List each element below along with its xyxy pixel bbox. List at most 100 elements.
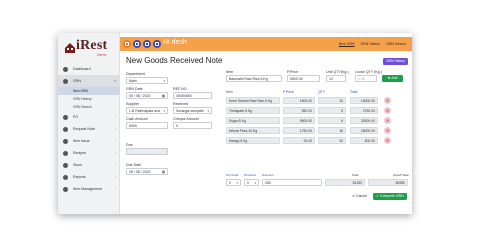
cancel-button[interactable]: ✕ Cancel: [352, 193, 367, 200]
grn-date-input[interactable]: 05 / 08 / 2023 ▦: [126, 92, 168, 99]
sidebar-item-label: Dashboard: [73, 67, 91, 71]
sidebar-item-label: GRN: [73, 79, 81, 83]
sidebar-nav: Dashboard GRN ▾ New GRN GRN History GRN …: [58, 63, 120, 195]
sidebar-subitem-grn-search[interactable]: GRN Search: [58, 103, 120, 111]
col-header-qty: QTY: [318, 90, 326, 94]
ref-no-input[interactable]: 45454545: [173, 92, 212, 99]
chevron-right-icon: ›: [114, 115, 116, 119]
chevron-right-icon: ›: [114, 127, 116, 131]
main-content: New Goods Received Note GRN History Depa…: [120, 51, 412, 214]
calendar-icon[interactable]: ▦: [162, 93, 165, 98]
unit-qty-input[interactable]: 12: [326, 75, 346, 82]
delete-row-icon[interactable]: ✕: [384, 97, 391, 104]
cancel-label: Cancel: [355, 194, 367, 198]
chevron-right-icon: ›: [114, 163, 116, 167]
item-cell: Wheat Flour,10.Kg: [226, 127, 280, 134]
item-select[interactable]: Basmathi Raw Rice,5.Kg: [226, 75, 282, 82]
item-cell: Mango,5.Kg: [226, 137, 280, 144]
col-header-total: Total: [350, 90, 358, 94]
department-select[interactable]: Main ▾: [126, 77, 168, 84]
sidebar-item-recipes[interactable]: Recipes ›: [58, 147, 120, 159]
settings-icon[interactable]: [143, 40, 151, 48]
delete-row-icon[interactable]: ✕: [384, 107, 391, 114]
user-icon[interactable]: [153, 40, 161, 48]
calendar-icon[interactable]: ▦: [162, 169, 165, 174]
loose-qty-input[interactable]: 0.00: [355, 75, 377, 82]
grand-total-label: Grand Total: [393, 173, 409, 177]
item-label: Item: [226, 70, 233, 74]
sidebar-item-request-note[interactable]: Request Note ›: [58, 123, 120, 135]
sidebar-item-item-issue[interactable]: Item Issue ›: [58, 135, 120, 147]
topbar-link-grn-history[interactable]: GRN History: [361, 42, 381, 46]
total-cell: 28000.00: [350, 127, 378, 134]
delete-row-icon[interactable]: ✕: [384, 117, 391, 124]
supplier-label: Supplier: [126, 102, 140, 106]
ref-no-label: REF NO.: [173, 87, 188, 91]
brand-logo: iRest Demo: [64, 38, 118, 60]
discount-input[interactable]: 280: [262, 179, 322, 186]
sidebar-item-label: Stock: [73, 163, 82, 167]
plus-icon: ⊕: [387, 76, 391, 80]
grn-icon: [63, 78, 68, 84]
chevron-down-icon: ▾: [163, 79, 165, 83]
price-cell: 1750.00: [283, 127, 315, 134]
sidebar: iRest Demo Dashboard GRN ▾ New GRN GRN H…: [58, 33, 120, 214]
sidebar-subitem-label: New GRN: [73, 89, 88, 93]
sidebar-item-dashboard[interactable]: Dashboard: [58, 63, 120, 75]
sidebar-subitem-grn-history[interactable]: GRN History: [58, 95, 120, 103]
total-cell: 500.00: [350, 137, 378, 144]
price-cell: 25.00: [283, 137, 315, 144]
home-icon[interactable]: [133, 40, 141, 48]
grn-history-button[interactable]: GRN History: [382, 58, 408, 65]
sidebar-item-grn[interactable]: GRN ▾: [58, 75, 120, 87]
sidebar-subitem-new-grn[interactable]: New GRN: [58, 87, 120, 95]
grn-date-value: 05 / 08 / 2023: [129, 94, 151, 98]
price-cell: 5500.00: [283, 117, 315, 124]
delete-row-icon[interactable]: ✕: [384, 137, 391, 144]
sidebar-item-stock[interactable]: Stock ›: [58, 159, 120, 171]
sidebar-item-item-management[interactable]: Item Management ›: [58, 183, 120, 195]
price-cell: 550.00: [283, 107, 315, 114]
due-date-input[interactable]: 05 / 08 / 2023 ▦: [126, 168, 168, 175]
sidebar-item-reports[interactable]: Reports ›: [58, 171, 120, 183]
cheque-amount-input[interactable]: 0: [173, 122, 212, 129]
complete-grn-button[interactable]: ✓ Complete GRN: [373, 193, 407, 200]
add-item-button[interactable]: ⊕ Add: [382, 75, 403, 82]
qty-cell: 6: [318, 117, 346, 124]
app-window: iRest Demo Dashboard GRN ▾ New GRN GRN H…: [58, 33, 412, 214]
received-select[interactable]: Suranga sampath ▾: [173, 107, 212, 114]
topbar-links: New GRN GRN History GRN Search: [339, 42, 406, 46]
nil-credit-select[interactable]: 0 ▾: [226, 179, 241, 186]
brand-name: iRest: [76, 38, 108, 53]
topbar-link-new-grn[interactable]: New GRN: [339, 42, 355, 46]
p-price-input[interactable]: 5500.00: [287, 75, 320, 82]
nil-dueto-value: 0: [247, 181, 249, 185]
menu-toggle-icon[interactable]: [123, 40, 131, 48]
department-label: Department: [126, 72, 145, 76]
delete-row-icon[interactable]: ✕: [384, 127, 391, 134]
total-cell: 2750.00: [350, 107, 378, 114]
chevron-down-icon: ▾: [114, 79, 116, 83]
cash-amount-input[interactable]: 5000: [126, 122, 168, 129]
item-cell: Keeri Samba Raw Rice,5.Kg: [226, 97, 280, 104]
cash-amount-label: Cash Amount: [126, 117, 148, 121]
nil-dueto-select[interactable]: 0 ▾: [244, 179, 259, 186]
sidebar-item-label: Item Management: [73, 187, 102, 191]
house-logo-icon: [65, 43, 75, 53]
po-icon: [63, 114, 68, 120]
recipes-icon: [63, 150, 68, 156]
received-value: Suranga sampath: [176, 109, 204, 113]
p-price-label: P.Price: [287, 70, 299, 74]
supplier-select[interactable]: L.B Rathnapala and ▾: [126, 107, 168, 114]
request-note-icon: [63, 126, 68, 132]
received-label: Received: [173, 102, 188, 106]
sidebar-item-po[interactable]: PO ›: [58, 111, 120, 123]
sidebar-subitem-label: GRN History: [73, 97, 92, 101]
close-icon: ✕: [352, 194, 355, 198]
chevron-right-icon: ›: [114, 187, 116, 191]
chevron-right-icon: ›: [114, 175, 116, 179]
total-cell: 33000.00: [350, 117, 378, 124]
item-issue-icon: [63, 138, 68, 144]
col-header-item: Item: [226, 90, 233, 94]
topbar-link-grn-search[interactable]: GRN Search: [386, 42, 406, 46]
